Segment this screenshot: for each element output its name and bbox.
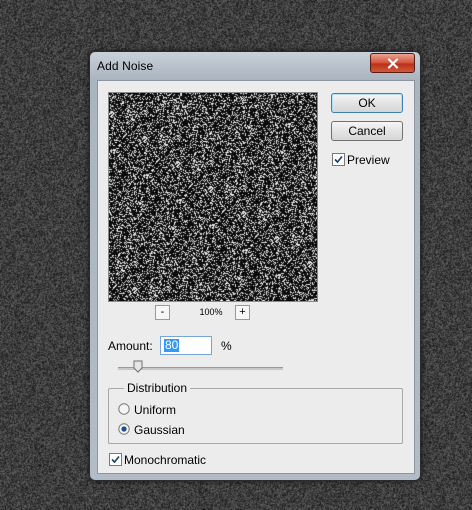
close-button[interactable] (370, 53, 415, 73)
gaussian-label: Gaussian (134, 423, 185, 437)
amount-value: 80 (164, 338, 180, 352)
dialog-body: - 100% + OK Cancel Preview Amount: 80 % … (97, 80, 415, 474)
amount-label: Amount: (108, 339, 153, 353)
title-bar[interactable]: Add Noise (90, 52, 420, 78)
monochromatic-label: Monochromatic (124, 453, 207, 467)
uniform-label: Uniform (134, 403, 177, 417)
noise-preview[interactable] (108, 92, 318, 302)
ok-button[interactable]: OK (331, 93, 403, 113)
amount-slider-thumb[interactable] (133, 360, 143, 373)
preview-checkbox[interactable] (332, 153, 345, 166)
zoom-in-button[interactable]: + (235, 305, 250, 320)
dialog-title: Add Noise (97, 59, 154, 73)
monochromatic-checkbox[interactable] (109, 453, 122, 466)
distribution-title: Distribution (124, 381, 191, 395)
preview-image (109, 93, 317, 301)
amount-unit: % (221, 339, 232, 353)
amount-input[interactable]: 80 (160, 336, 212, 355)
checkmark-icon (111, 455, 120, 464)
cancel-button[interactable]: Cancel (331, 121, 403, 141)
preview-label: Preview (347, 153, 390, 167)
radio-uniform[interactable] (118, 403, 130, 415)
checkmark-icon (334, 155, 343, 164)
distribution-group: Distribution Uniform Gaussian (108, 381, 403, 444)
close-icon (387, 57, 398, 69)
zoom-out-button[interactable]: - (155, 305, 170, 320)
zoom-level: 100% (199, 307, 223, 317)
add-noise-dialog: Add Noise - 100% + OK Cancel Preview Amo… (89, 51, 421, 481)
radio-gaussian[interactable] (118, 423, 130, 435)
